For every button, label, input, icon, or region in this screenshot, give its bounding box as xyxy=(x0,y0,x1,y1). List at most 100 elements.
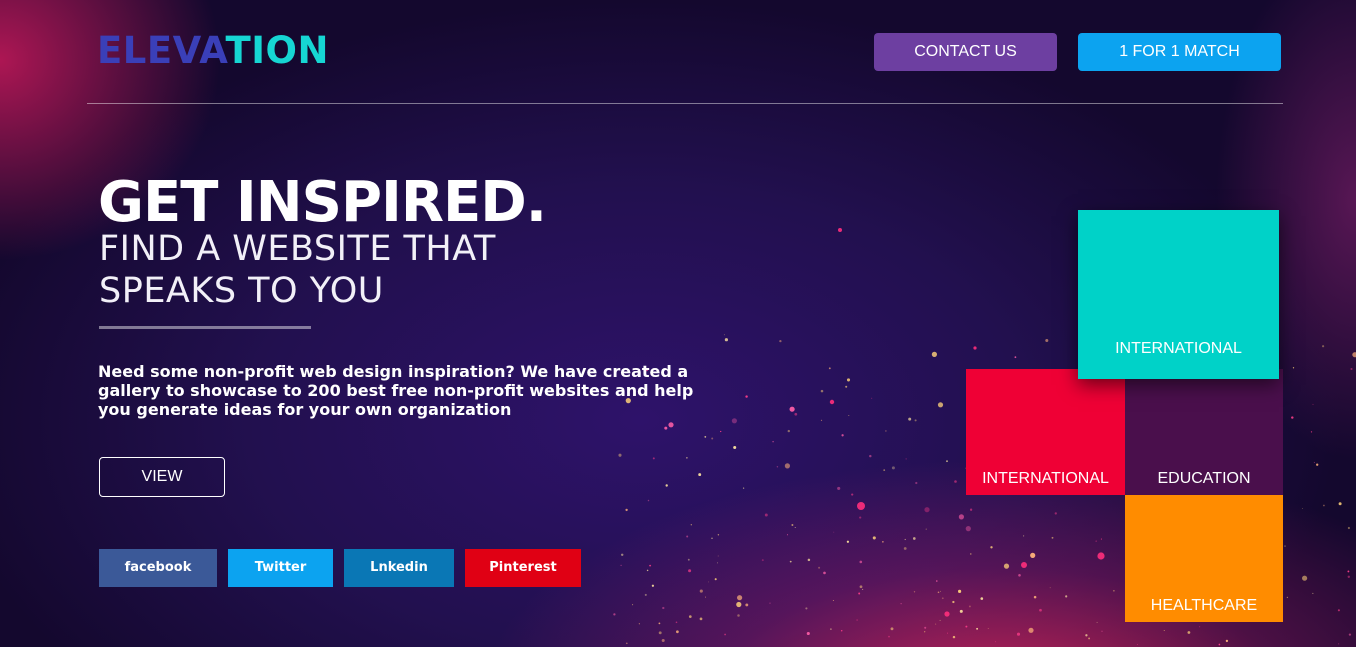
site-header: ELEVATION CONTACT US 1 FOR 1 MATCH xyxy=(0,0,1356,104)
sparkle-particle xyxy=(841,434,844,437)
sparkle-particle xyxy=(931,351,938,357)
sparkle-particle xyxy=(837,486,841,490)
category-tile-international-teal[interactable]: INTERNATIONAL xyxy=(1078,210,1279,379)
sparkle-particle xyxy=(1028,627,1034,633)
sparkle-particle xyxy=(830,628,832,630)
sparkle-particle xyxy=(872,536,876,540)
sparkle-particle xyxy=(644,593,647,596)
sparkle-particle xyxy=(1163,630,1165,632)
sparkle-particle xyxy=(724,633,726,636)
sparkle-particle xyxy=(858,592,861,595)
sparkle-particle xyxy=(651,584,655,587)
sparkle-particle xyxy=(1054,512,1057,515)
view-button[interactable]: VIEW xyxy=(99,457,225,497)
sparkle-particle xyxy=(1097,552,1105,560)
sparkle-particle xyxy=(1023,535,1025,537)
twitter-share-button[interactable]: Twitter xyxy=(228,549,333,587)
logo-text-primary: ELEVA xyxy=(97,29,226,72)
sparkle-particle xyxy=(1101,630,1103,632)
sparkle-particle xyxy=(936,580,938,582)
sparkle-particle xyxy=(789,406,795,412)
sparkle-particle xyxy=(1313,461,1315,464)
sparkle-particle xyxy=(1003,563,1010,569)
sparkle-particle xyxy=(717,562,718,564)
sparkle-particle xyxy=(1310,431,1313,433)
sparkle-particle xyxy=(965,526,971,532)
logo-text-accent: TION xyxy=(225,29,329,72)
sparkle-particle xyxy=(745,603,749,607)
sparkle-particle xyxy=(937,591,940,594)
sparkle-particle xyxy=(914,419,917,422)
sparkle-particle xyxy=(941,597,944,600)
sparkle-particle xyxy=(638,623,640,625)
sparkle-particle xyxy=(820,419,823,422)
sparkle-particle xyxy=(688,569,692,573)
sparkle-particle xyxy=(724,338,728,342)
sparkle-particle xyxy=(904,538,906,541)
sparkle-particle xyxy=(846,540,850,543)
sparkle-particle xyxy=(1292,367,1295,369)
sparkle-particle xyxy=(787,429,790,433)
sparkle-particle xyxy=(882,541,884,543)
hero-description: Need some non-profit web design inspirat… xyxy=(98,362,694,419)
sparkle-particle xyxy=(761,559,764,562)
sparkle-particle xyxy=(856,619,858,621)
sparkle-particle xyxy=(687,558,690,561)
sparkle-particle xyxy=(1088,637,1091,640)
sparkle-particle xyxy=(737,595,743,601)
sparkle-particle xyxy=(1350,367,1353,371)
category-tile-label: INTERNATIONAL xyxy=(982,470,1109,487)
sparkle-particle xyxy=(820,389,824,393)
sparkle-particle xyxy=(686,457,688,459)
sparkle-particle xyxy=(675,621,678,624)
sparkle-particle xyxy=(903,547,907,550)
sparkle-particle xyxy=(840,629,843,632)
sparkle-particle xyxy=(698,473,702,477)
sparkle-particle xyxy=(1051,536,1054,539)
sparkle-particle xyxy=(1322,345,1325,348)
category-tile-education[interactable]: EDUCATION xyxy=(1125,369,1283,495)
category-tile-international-red[interactable]: INTERNATIONAL xyxy=(966,369,1125,495)
sparkle-particle xyxy=(807,558,811,562)
sparkle-particle xyxy=(1322,504,1325,507)
sparkle-particle xyxy=(772,440,774,443)
sparkle-particle xyxy=(686,535,689,538)
sparkle-particle xyxy=(1136,643,1138,645)
sparkle-particle xyxy=(665,484,668,487)
linkedin-share-button[interactable]: Lnkedin xyxy=(344,549,454,587)
hero-title: GET INSPIRED. xyxy=(98,170,547,235)
sparkle-particle xyxy=(690,524,692,526)
sparkle-particle xyxy=(973,346,977,350)
sparkle-particle xyxy=(676,630,679,634)
sparkle-particle xyxy=(1016,632,1021,636)
sparkle-particle xyxy=(883,469,886,471)
sparkle-particle xyxy=(1286,596,1289,599)
sparkle-particle xyxy=(1187,631,1191,634)
sparkle-particle xyxy=(1302,508,1303,509)
sparkle-particle xyxy=(720,430,722,433)
category-tile-healthcare[interactable]: HEALTHCARE xyxy=(1125,495,1283,622)
sparkle-particle xyxy=(969,508,973,511)
sparkle-particle xyxy=(1347,570,1350,573)
hero-subtitle: FIND A WEBSITE THAT SPEAKS TO YOU xyxy=(99,229,496,311)
one-for-one-match-button[interactable]: 1 FOR 1 MATCH xyxy=(1078,33,1281,71)
sparkle-particle xyxy=(1337,609,1340,612)
sparkle-particle xyxy=(1096,621,1098,623)
sparkle-particle xyxy=(789,560,792,563)
contact-us-button[interactable]: CONTACT US xyxy=(874,33,1057,71)
pinterest-share-button[interactable]: Pinterest xyxy=(465,549,581,587)
brand-logo[interactable]: ELEVATION xyxy=(97,28,329,74)
sparkle-particle xyxy=(859,516,862,519)
category-tile-label: HEALTHCARE xyxy=(1150,597,1258,614)
sparkle-particle xyxy=(1291,416,1294,419)
sparkle-particle xyxy=(613,613,616,616)
sparkle-particle xyxy=(833,531,835,533)
sparkle-particle xyxy=(924,507,930,513)
sparkle-particle xyxy=(958,514,965,520)
facebook-share-button[interactable]: facebook xyxy=(99,549,217,587)
sparkle-particle xyxy=(838,228,842,232)
category-tile-label: EDUCATION xyxy=(1157,470,1251,487)
sparkle-particle xyxy=(888,635,890,638)
sparkle-particle xyxy=(1338,643,1340,645)
sparkle-particle xyxy=(958,589,962,593)
